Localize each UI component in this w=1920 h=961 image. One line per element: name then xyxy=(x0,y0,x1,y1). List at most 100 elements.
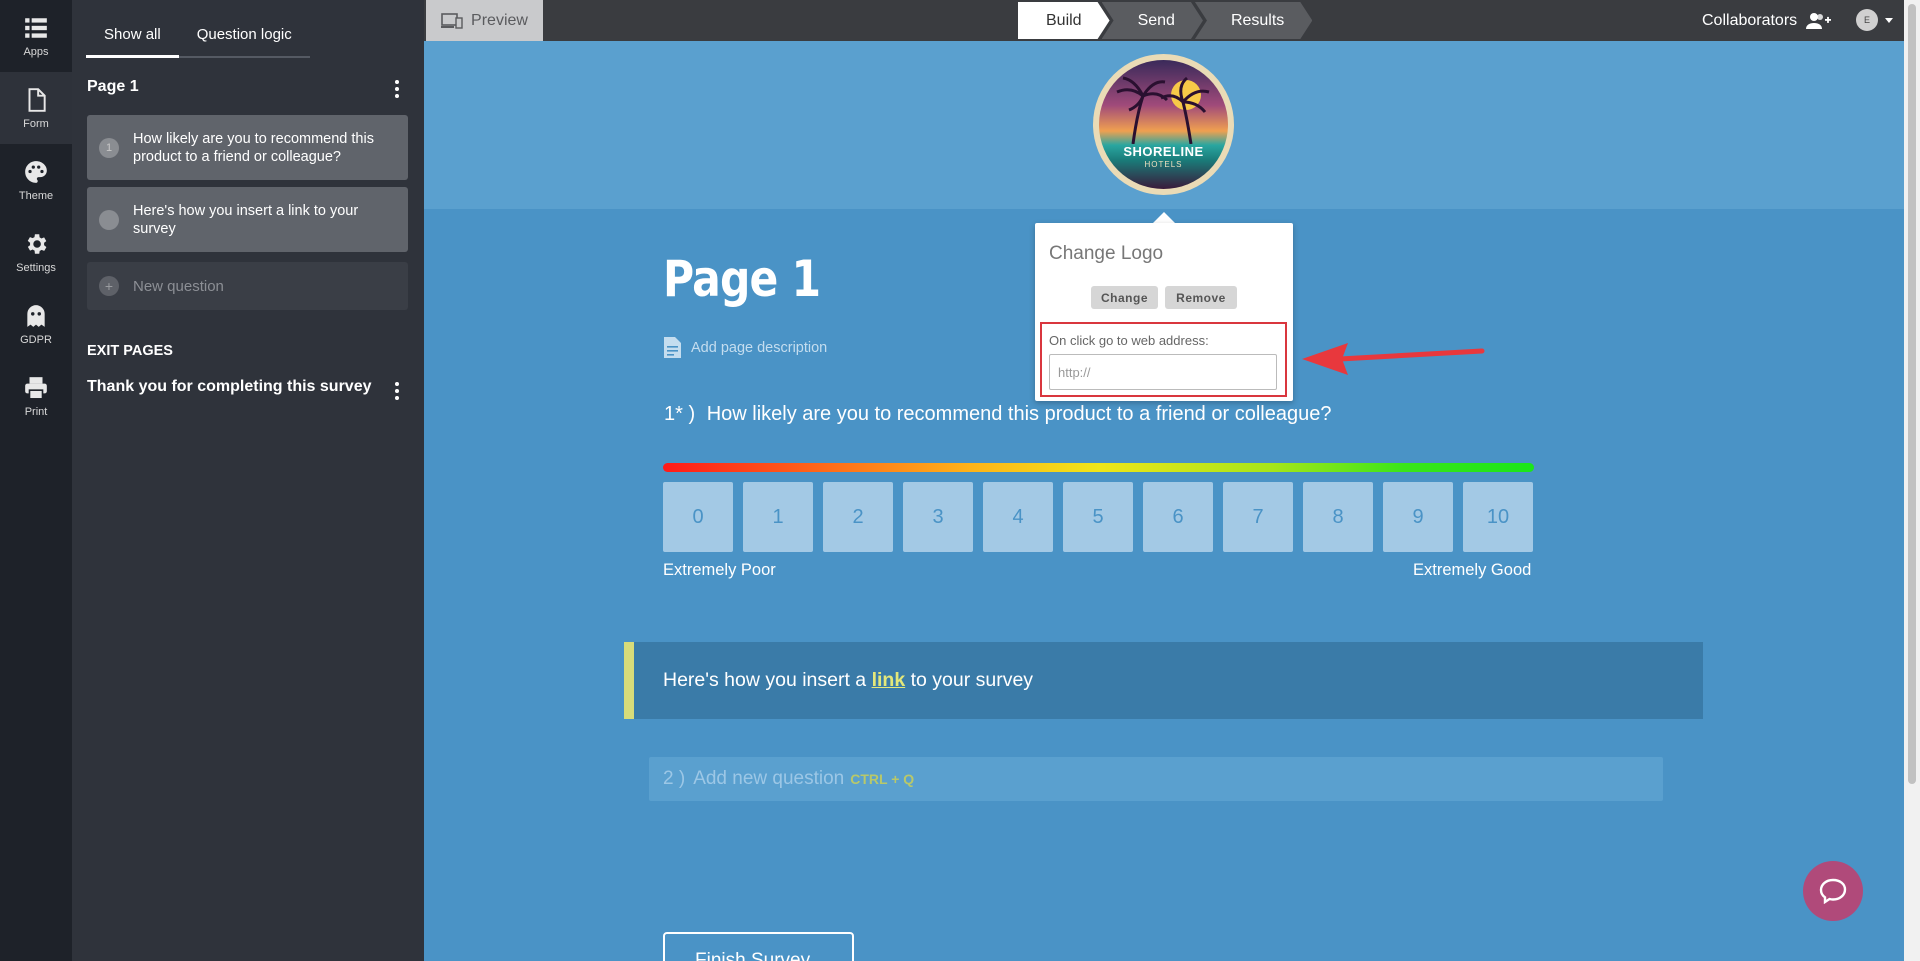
exit-page-label: Thank you for completing this survey xyxy=(87,378,372,395)
tab-question-logic[interactable]: Question logic xyxy=(178,16,310,58)
rail-item-theme[interactable]: Theme xyxy=(0,144,72,216)
text-block-link[interactable]: link xyxy=(872,669,906,691)
text-block[interactable]: Here's how you insert a link to your sur… xyxy=(624,642,1703,719)
printer-icon xyxy=(25,376,47,400)
panel-tabs: Show all Question logic xyxy=(86,16,310,58)
add-question-text: Add new question xyxy=(693,768,845,789)
rail-item-label: Apps xyxy=(23,45,49,58)
panel-page-heading: Page 1 xyxy=(87,78,407,98)
page-description-label: Add page description xyxy=(691,339,828,356)
scale-option[interactable]: 3 xyxy=(903,482,973,552)
workflow-steps: Build Send Results xyxy=(1018,0,1312,41)
rail-item-label: Print xyxy=(24,405,48,418)
scrollbar-thumb[interactable] xyxy=(1908,4,1916,784)
preview-button[interactable]: Preview xyxy=(426,0,543,41)
form-icon xyxy=(28,87,46,112)
logo-brand-subtitle: HOTELS xyxy=(1144,160,1183,169)
collaborators-button[interactable]: Collaborators xyxy=(1702,0,1832,41)
scale-option[interactable]: 2 xyxy=(823,482,893,552)
scale-option[interactable]: 10 xyxy=(1463,482,1533,552)
rail-item-settings[interactable]: Settings xyxy=(0,216,72,288)
devices-icon xyxy=(441,12,463,29)
text-block-content: Here's how you insert a link to your sur… xyxy=(663,669,1033,692)
nps-gradient-bar xyxy=(663,463,1534,472)
step-results[interactable]: Results xyxy=(1195,2,1312,39)
panel-page-title: Page 1 xyxy=(87,78,139,95)
add-question-shortcut: CTRL + Q xyxy=(850,771,915,787)
avatar[interactable]: E xyxy=(1856,9,1878,31)
logo-artwork: SHORELINE HOTELS xyxy=(1099,60,1228,189)
ghost-icon xyxy=(27,304,45,327)
rail-item-form[interactable]: Form xyxy=(0,72,72,144)
annotation-arrow-icon xyxy=(1302,343,1485,375)
rail-item-label: Theme xyxy=(18,189,54,202)
gear-icon xyxy=(27,233,47,254)
popover-title: Change Logo xyxy=(1049,243,1164,264)
apps-icon xyxy=(25,17,47,38)
scale-option[interactable]: 0 xyxy=(663,482,733,552)
rail-item-print[interactable]: Print xyxy=(0,360,72,432)
popover-arrow xyxy=(1153,212,1175,223)
panel-question-text: How likely are you to recommend this pro… xyxy=(133,130,374,165)
palette-icon xyxy=(25,160,47,183)
page-title[interactable]: Page 1 xyxy=(663,250,821,308)
exit-page-menu-icon[interactable] xyxy=(387,380,407,402)
exit-pages-heading: EXIT PAGES xyxy=(87,343,173,359)
page-scrollbar[interactable] xyxy=(1904,0,1920,961)
survey-logo[interactable]: SHORELINE HOTELS xyxy=(1093,54,1234,195)
scale-low-label: Extremely Poor xyxy=(663,561,776,579)
change-logo-popover: Change Logo Change Remove On click go to… xyxy=(1035,223,1293,401)
add-person-icon xyxy=(1806,12,1832,29)
panel-new-question-button[interactable]: + New question xyxy=(87,262,408,310)
exit-page-item[interactable]: Thank you for completing this survey xyxy=(87,378,407,400)
chevron-down-icon[interactable] xyxy=(1885,18,1893,23)
rail-item-label: Form xyxy=(23,117,49,130)
nps-scale: 0 1 2 3 4 5 6 7 8 9 10 xyxy=(663,482,1533,552)
panel-question-item[interactable]: Here's how you insert a link to your sur… xyxy=(87,187,408,252)
finish-survey-button[interactable]: Finish Survey xyxy=(663,932,854,961)
scale-option[interactable]: 7 xyxy=(1223,482,1293,552)
question-1[interactable]: 1* ) How likely are you to recommend thi… xyxy=(664,403,1331,426)
panel-question-item[interactable]: 1 How likely are you to recommend this p… xyxy=(87,115,408,180)
top-bar: Preview Build Send Results Collaborators… xyxy=(424,0,1904,41)
text-block-accent xyxy=(624,642,634,719)
chat-support-button[interactable] xyxy=(1803,861,1863,921)
logo-brand-name: SHORELINE xyxy=(1123,144,1204,159)
page-menu-icon[interactable] xyxy=(387,78,407,100)
document-icon xyxy=(664,337,681,358)
panel-question-text: Here's how you insert a link to your sur… xyxy=(133,202,359,237)
tab-show-all[interactable]: Show all xyxy=(86,16,179,58)
change-logo-button[interactable]: Change xyxy=(1091,286,1158,309)
text-block-after: to your survey xyxy=(905,669,1034,691)
scale-option[interactable]: 9 xyxy=(1383,482,1453,552)
scale-option[interactable]: 1 xyxy=(743,482,813,552)
scale-option[interactable]: 6 xyxy=(1143,482,1213,552)
step-build[interactable]: Build xyxy=(1018,2,1110,39)
scale-option[interactable]: 8 xyxy=(1303,482,1373,552)
question-text: How likely are you to recommend this pro… xyxy=(706,403,1332,425)
logo-url-input[interactable] xyxy=(1049,354,1277,390)
question-number-badge: 1 xyxy=(99,137,119,158)
rail-item-apps[interactable]: Apps xyxy=(0,0,72,72)
remove-logo-button[interactable]: Remove xyxy=(1165,286,1237,309)
text-block-before: Here's how you insert a xyxy=(663,669,872,691)
add-new-question[interactable]: 2 ) Add new question CTRL + Q xyxy=(649,757,1663,801)
logo-url-label: On click go to web address: xyxy=(1049,333,1209,348)
scale-high-label: Extremely Good xyxy=(1413,561,1532,579)
add-question-number: 2 ) xyxy=(663,768,686,789)
step-send[interactable]: Send xyxy=(1102,2,1203,39)
scale-option[interactable]: 5 xyxy=(1063,482,1133,552)
app-rail: Apps Form Theme Settings GDPR Print xyxy=(0,0,72,961)
rail-item-label: GDPR xyxy=(20,333,52,346)
question-number-badge xyxy=(99,209,119,230)
new-question-label: New question xyxy=(133,277,224,295)
question-panel: Show all Question logic Page 1 1 How lik… xyxy=(72,0,424,961)
preview-label: Preview xyxy=(471,11,528,29)
scale-option[interactable]: 4 xyxy=(983,482,1053,552)
rail-item-gdpr[interactable]: GDPR xyxy=(0,288,72,360)
add-page-description[interactable]: Add page description xyxy=(664,337,827,358)
rail-item-label: Settings xyxy=(16,261,56,274)
question-number: 1* ) xyxy=(664,403,696,425)
collaborators-label: Collaborators xyxy=(1702,11,1798,29)
palm-tree-icon xyxy=(1116,76,1210,144)
